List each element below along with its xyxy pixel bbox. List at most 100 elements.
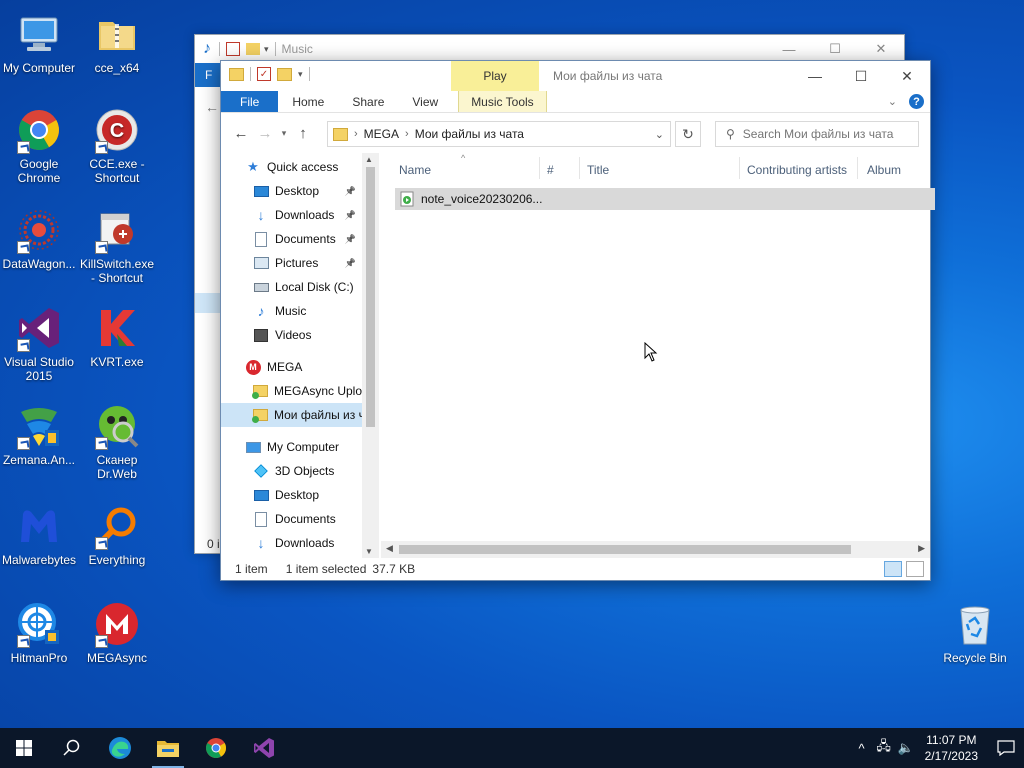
clock[interactable]: 11:07 PM 2/17/2023 [925,732,978,764]
details-view-button[interactable] [884,561,902,577]
taskbar-visual-studio[interactable] [240,728,288,768]
nav-item-downloads[interactable]: ↓ Downloads 📌 [221,203,362,227]
taskbar-file-explorer[interactable] [144,728,192,768]
desktop-icon-google-chrome[interactable]: Google Chrome [0,106,78,185]
nav-scrollbar[interactable]: ▲ ▼ [362,153,379,558]
show-hidden-icons-icon[interactable]: ^ [851,741,873,756]
search-box[interactable]: ⚲ [715,121,919,147]
scroll-left-icon[interactable]: ◀ [386,543,393,554]
videos-icon [253,327,269,343]
scroll-up-icon[interactable]: ▲ [365,155,373,164]
desktop-icon-hitmanpro[interactable]: HitmanPro [0,600,78,665]
explorer-window[interactable]: ✓ ▾ Play Мои файлы из чата — ☐ ✕ File Ho… [220,60,935,581]
maximize-button[interactable]: ☐ [812,35,858,63]
nav-item-downloads[interactable]: ↓ Downloads [221,531,362,555]
nav-item-local-disk-c-[interactable]: Local Disk (C:) [221,275,362,299]
address-dropdown-icon[interactable]: ⌄ [655,128,664,141]
recent-locations-button[interactable]: ▾ [277,121,291,145]
desktop-icon-zemana[interactable]: Zemana.An... [0,402,78,467]
tab-music-tools[interactable]: Music Tools [458,91,547,112]
back-button[interactable]: ← [229,121,253,145]
desktop-icon-cce-shortcut[interactable]: C CCE.exe - Shortcut [78,106,156,185]
scrollbar-thumb[interactable] [399,545,851,554]
breadcrumb-current[interactable]: Мои файлы из чата [415,127,524,141]
taskbar-chrome[interactable] [192,728,240,768]
volume-icon[interactable]: 🔈 [895,740,917,756]
refresh-button[interactable]: ↻ [675,121,701,147]
clock-time: 11:07 PM [926,733,977,747]
column-title[interactable]: Title [587,163,609,177]
nav-item-documents[interactable]: Documents [221,507,362,531]
properties-check-icon[interactable]: ✓ [257,67,271,81]
datawagon-icon [15,206,63,254]
scroll-right-icon[interactable]: ▶ [918,543,925,554]
scroll-down-icon[interactable]: ▼ [365,547,373,556]
desktop-icon-kvrt[interactable]: KVRT.exe [78,304,156,369]
desktop-icon-killswitch[interactable]: KillSwitch.exe - Shortcut [78,206,156,285]
nav-item-quick-access[interactable]: ★ Quick access [221,155,362,179]
nav-item-мои-файлы-из-ч[interactable]: Мои файлы из ч [221,403,365,427]
breadcrumb-mega[interactable]: MEGA [364,127,399,141]
up-button[interactable]: ↑ [291,121,315,145]
audio-file-icon [400,191,414,207]
search-input[interactable] [742,127,913,141]
minimize-button[interactable]: — [792,61,838,91]
tab-file[interactable]: File [221,91,279,112]
desktop-icon-everything[interactable]: Everything [78,502,156,567]
scrollbar-thumb[interactable] [366,167,375,427]
contextual-tab-play[interactable]: Play [451,61,539,91]
nav-item-my-computer[interactable]: My Computer [221,435,362,459]
forward-button[interactable]: → [253,121,277,145]
nav-item-desktop[interactable]: Desktop [221,483,362,507]
desktop-icon-datawagon[interactable]: DataWagon... [0,206,78,271]
column-track-number[interactable]: # [547,163,554,177]
nav-item-label: Downloads [275,536,335,550]
desktop-icon-my-computer[interactable]: My Computer [0,10,78,75]
nav-item-megasync-uplo[interactable]: MEGAsync Uplo [221,379,362,403]
column-name[interactable]: Name [399,163,431,177]
nav-item-videos[interactable]: Videos [221,323,362,347]
shortcut-arrow-icon [17,437,30,450]
file-row[interactable]: note_voice20230206... [395,188,935,210]
desktop-icon-label: KVRT.exe [90,355,144,369]
taskbar-edge[interactable] [96,728,144,768]
minimize-button[interactable]: — [766,35,812,63]
desktop-icon-malwarebytes[interactable]: Malwarebytes [0,502,78,567]
nav-item-pictures[interactable]: Pictures 📌 [221,251,362,275]
tab-home[interactable]: Home [278,91,338,112]
desktop-icon-megasync[interactable]: MEGAsync [78,600,156,665]
action-center-button[interactable] [988,728,1024,768]
qat-dropdown-icon[interactable]: ▾ [298,69,303,80]
music-note-icon: ♪ [203,40,211,57]
close-button[interactable]: ✕ [884,61,930,91]
desktop-icon-drweb[interactable]: Сканер Dr.Web [78,402,156,481]
search-icon: ⚲ [726,127,735,141]
nav-item-label: Quick access [267,160,339,174]
nav-item-label: MEGAsync Uplo [274,384,363,398]
nav-item-documents[interactable]: Documents 📌 [221,227,362,251]
horizontal-scrollbar[interactable]: ◀ ▶ [381,541,930,558]
column-contributing-artists[interactable]: Contributing artists [747,163,847,177]
expand-ribbon-icon[interactable]: ⌄ [888,95,897,108]
nav-item-3d-objects[interactable]: 3D Objects [221,459,362,483]
properties-check-icon [226,42,240,56]
start-button[interactable] [0,728,48,768]
new-folder-icon[interactable] [277,67,292,81]
tab-view[interactable]: View [398,91,452,112]
tab-share[interactable]: Share [338,91,398,112]
view-toggle [884,561,924,577]
nav-item-music[interactable]: ♪ Music [221,299,362,323]
desktop-icon-cce-x64[interactable]: cce_x64 [78,10,156,75]
nav-item-desktop[interactable]: Desktop 📌 [221,179,362,203]
large-icons-view-button[interactable] [906,561,924,577]
column-album[interactable]: Album [867,163,901,177]
nav-item-mega[interactable]: M MEGA [221,355,362,379]
maximize-button[interactable]: ☐ [838,61,884,91]
close-button[interactable]: ✕ [858,35,904,63]
desktop-icon-recycle-bin[interactable]: Recycle Bin [942,600,1008,665]
search-button[interactable] [48,728,96,768]
network-icon[interactable]: 🖧 [873,737,895,759]
desktop-icon-visual-studio[interactable]: Visual Studio 2015 [0,304,78,383]
address-bar[interactable]: › MEGA › Мои файлы из чата ⌄ [327,121,671,147]
help-icon[interactable]: ? [909,94,924,109]
